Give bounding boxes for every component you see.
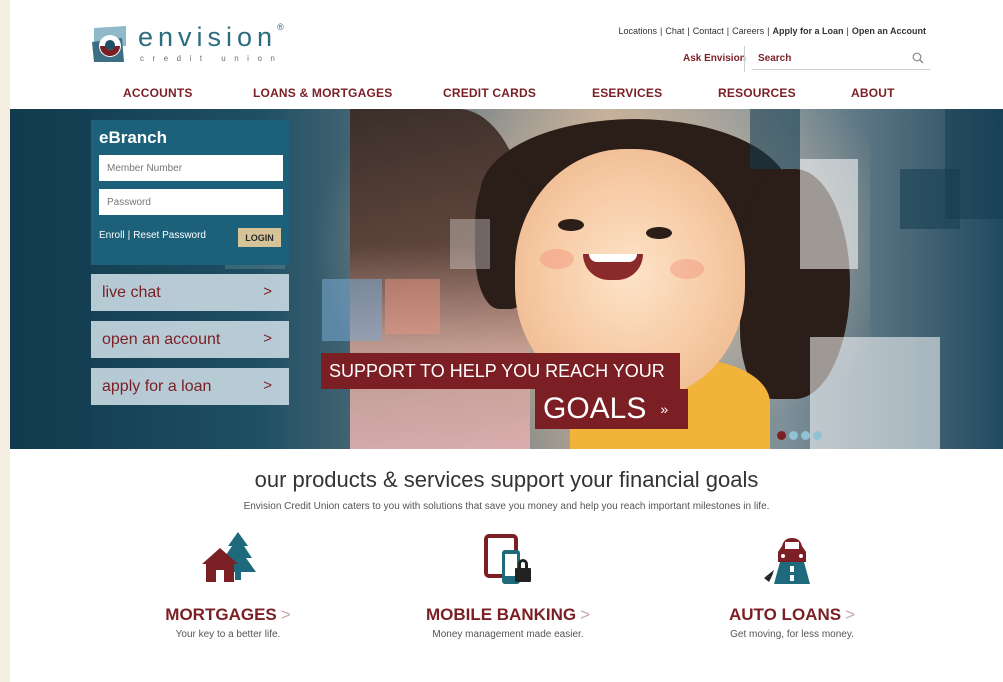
envision-logo-icon — [90, 24, 130, 64]
promo-headline[interactable]: SUPPORT TO HELP YOU REACH YOUR — [321, 353, 680, 389]
divider: | — [660, 26, 663, 36]
slider-dot[interactable] — [801, 431, 810, 440]
hero-tile — [385, 279, 440, 334]
car-road-icon — [764, 538, 810, 584]
chevron-right-icon: > — [263, 283, 272, 300]
brand-name: envision® — [138, 22, 284, 52]
section-subline: Envision Credit Union caters to you with… — [243, 501, 770, 512]
ebranch-login-panel: eBranch Enroll|Reset Password LOGIN — [91, 120, 289, 265]
ebranch-links: Enroll | Reset Password — [99, 230, 206, 241]
quick-link-live-chat[interactable]: live chat > — [91, 274, 289, 311]
divider: | — [846, 26, 849, 36]
hero-tile — [810, 337, 940, 449]
product-description: Your key to a better life. — [175, 629, 281, 640]
main-nav: ACCOUNTS LOANS & MORTGAGES CREDIT CARDS … — [10, 86, 1003, 108]
promo-goals-label: GOALS — [543, 392, 647, 425]
nav-resources[interactable]: RESOURCES — [718, 86, 796, 100]
hero-tile — [450, 219, 490, 269]
product-description: Get moving, for less money. — [730, 629, 854, 640]
chevron-right-icon: > — [580, 605, 591, 624]
quick-link-apply-loan[interactable]: apply for a loan > — [91, 368, 289, 405]
util-link-locations[interactable]: Locations — [619, 26, 658, 36]
chevron-right-icon: > — [263, 330, 272, 347]
devices-lock-icon — [484, 534, 531, 584]
hero-photo-eye — [558, 219, 584, 231]
search-icon[interactable] — [912, 52, 924, 64]
util-link-careers[interactable]: Careers — [732, 26, 764, 36]
brand-tagline: credit union — [140, 54, 284, 63]
util-link-apply-loan[interactable]: Apply for a Loan — [772, 26, 843, 36]
product-auto-loans[interactable]: AUTO LOANS > Get moving, for less money. — [672, 530, 912, 640]
util-link-chat[interactable]: Chat — [665, 26, 684, 36]
product-title: MORTGAGES > — [165, 605, 291, 624]
product-description: Money management made easier. — [432, 629, 584, 640]
hero-tile — [945, 109, 1003, 219]
quick-link-label: apply for a loan — [102, 377, 212, 395]
divider: | — [726, 26, 730, 36]
hero-tile — [10, 109, 90, 449]
page: envision® credit union Locations | Chat | Co… — [10, 0, 1003, 682]
product-title: AUTO LOANS > — [728, 605, 855, 624]
brand-logo[interactable]: envision® credit union — [90, 22, 290, 72]
nav-loans-mortgages[interactable]: LOANS & MORTGAGES — [253, 86, 392, 100]
nav-about[interactable]: ABOUT — [851, 86, 895, 100]
quick-link-open-account[interactable]: open an account > — [91, 321, 289, 358]
nav-eservices[interactable]: ESERVICES — [592, 86, 662, 100]
house-tree-icon — [202, 532, 256, 582]
member-number-input[interactable] — [99, 155, 283, 181]
divider: | — [127, 230, 131, 241]
hero-photo-cheek — [670, 259, 704, 279]
header-divider — [744, 46, 745, 72]
util-link-open-account[interactable]: Open an Account — [852, 26, 926, 36]
ask-envision-link[interactable]: Ask Envision — [683, 53, 746, 64]
slider-dot[interactable] — [777, 431, 786, 440]
slider-dots — [777, 431, 822, 440]
quick-link-label: live chat — [102, 283, 161, 301]
section-headline: our products & services support your fin… — [254, 467, 759, 492]
search-input[interactable] — [752, 48, 902, 69]
search-box — [752, 48, 930, 70]
hero-photo-eye — [646, 227, 672, 239]
reset-password-link[interactable]: Reset Password — [133, 230, 206, 241]
promo-goals-button[interactable]: GOALS » — [535, 389, 688, 429]
divider: | — [767, 26, 770, 36]
password-input[interactable] — [99, 189, 283, 215]
ebranch-title: eBranch — [99, 128, 168, 147]
product-title: MOBILE BANKING > — [425, 605, 591, 624]
chevron-right-icon: > — [280, 605, 291, 624]
product-mortgages[interactable]: MORTGAGES > Your key to a better life. — [108, 530, 348, 640]
product-mobile-banking[interactable]: MOBILE BANKING > Money management made ea… — [388, 530, 628, 640]
hero-tile — [800, 159, 858, 269]
chevron-right-icon: > — [263, 377, 272, 394]
nav-credit-cards[interactable]: CREDIT CARDS — [443, 86, 536, 100]
slider-dot[interactable] — [789, 431, 798, 440]
chevron-right-icon: > — [845, 605, 855, 624]
login-button[interactable]: LOGIN — [238, 228, 281, 247]
enroll-link[interactable]: Enroll — [99, 230, 125, 241]
hero-tile — [322, 279, 382, 341]
utility-links: Locations | Chat | Contact | Careers | Apply for… — [619, 26, 927, 36]
hero-photo-cheek — [540, 249, 574, 269]
double-arrow-icon: » — [660, 401, 669, 417]
divider: | — [687, 26, 690, 36]
quick-link-label: open an account — [102, 330, 221, 348]
util-link-contact[interactable]: Contact — [693, 26, 724, 36]
hero-tile — [750, 109, 800, 169]
slider-dot[interactable] — [813, 431, 822, 440]
nav-accounts[interactable]: ACCOUNTS — [123, 86, 193, 100]
